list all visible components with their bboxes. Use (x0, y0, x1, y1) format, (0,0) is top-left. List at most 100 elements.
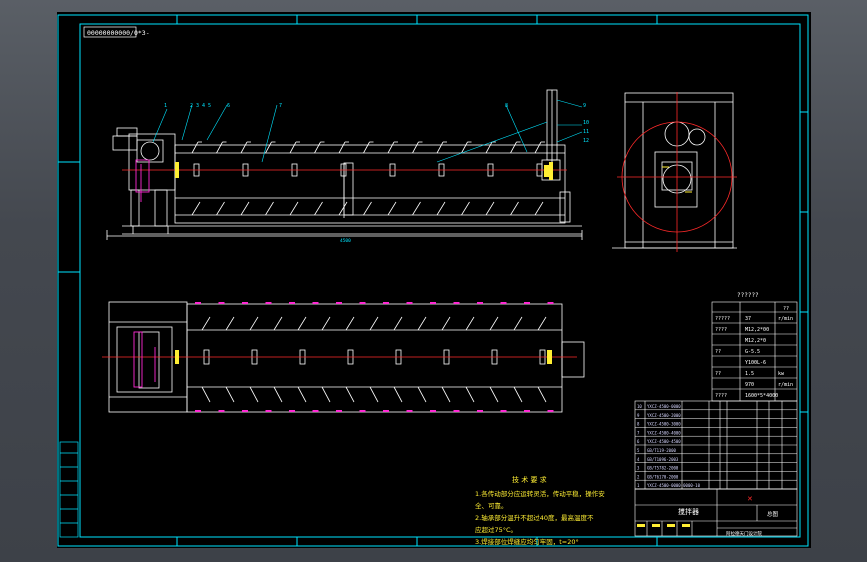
plan-paddle-top (417, 316, 427, 331)
edge-dash-top (336, 302, 342, 304)
svg-text:10: 10 (583, 120, 589, 126)
edge-dash-bottom (265, 410, 272, 412)
paddle-arm (191, 141, 199, 154)
paddle-arm (338, 141, 346, 154)
plan-paddle-top (321, 316, 331, 331)
spec-unit: r/min (778, 316, 793, 322)
spec-value: 1.5 (745, 371, 754, 377)
sheet-border (57, 14, 809, 547)
paddle-arm-low (363, 201, 372, 216)
zone-markers (58, 15, 808, 546)
bom-code: YXCZ-4500-0000 (647, 404, 681, 409)
plan-paddle-top (249, 316, 259, 331)
plan-paddle-top (201, 316, 211, 331)
bom-index: 1 (637, 483, 640, 488)
plan-paddle-bottom (417, 386, 427, 403)
bom-code: GB/T1096-2003 (647, 457, 679, 462)
edge-dash-top (453, 302, 460, 304)
edge-dash-top (547, 302, 554, 304)
paddle-arm-low (191, 201, 201, 216)
paddle-arm (436, 141, 444, 154)
plan-paddle-bottom (273, 386, 283, 403)
title-yellow-marks (637, 524, 690, 527)
edge-dash-top (359, 302, 366, 304)
edge-dash-bottom (359, 410, 366, 412)
paddle-arm (265, 141, 272, 154)
edge-dash-top (242, 302, 248, 304)
plan-paddle-bottom (537, 386, 547, 403)
spec-label: ???? (715, 393, 727, 399)
edge-dash-bottom (336, 410, 342, 412)
bom-index: 5 (637, 448, 640, 453)
plan-paddle-top (465, 316, 475, 331)
bom-code: YXCZ-4500-0000-0000-10 (647, 483, 701, 488)
bom-rows: 10 YXCZ-4500-0000 9 YXCZ-4500-2000 8 YXCZ-450… (637, 404, 701, 488)
svg-text:12: 12 (583, 138, 589, 144)
edge-dash-bottom (383, 410, 389, 412)
plan-paddle-top (513, 316, 523, 331)
spec-label: ???? (715, 327, 727, 333)
edge-dash-bottom (500, 410, 507, 412)
tech-requirements: 技 术 要 求 1.各传动部分应运转灵活，传动平稳，操作安 全、可靠。 2.轴承… (475, 475, 605, 546)
plan-paddle-bottom (345, 386, 355, 403)
plan-paddle-top (537, 316, 547, 331)
edge-dash-bottom (547, 410, 554, 412)
edge-dash-bottom (406, 410, 413, 412)
svg-text:1: 1 (164, 103, 167, 109)
edge-dash-bottom (242, 410, 248, 412)
paddle-arm (510, 141, 517, 154)
cad-viewport[interactable]: 00000000000/0*3- 1 2 3 4 5 6 7 8 9 10 11… (0, 0, 867, 562)
bom-index: 3 (637, 466, 640, 471)
edge-dash-top (312, 302, 319, 304)
rotor-circle (617, 92, 737, 252)
spec-label: ?? (715, 349, 721, 355)
plan-paddle-bottom (201, 386, 211, 403)
bom-code: YXCZ-4500-3000 (647, 422, 681, 427)
balloon-labels: 1 2 3 4 5 6 7 8 9 10 11 12 (164, 103, 589, 144)
material-cell: 总图 (767, 510, 779, 518)
paddle-arm (387, 141, 395, 154)
spec-label: ?? (715, 371, 721, 377)
paddle-arm-low (387, 201, 397, 216)
spec-value: 970 (745, 382, 754, 388)
paddle-arm (216, 141, 223, 154)
spec-unit: r/min (778, 382, 793, 388)
paddle-arm-low (485, 201, 495, 216)
revision-column (59, 441, 79, 538)
paddle-arm-low (510, 201, 519, 216)
edge-dash-top (383, 302, 389, 304)
edge-dash-top (406, 302, 413, 304)
plan-paddle-bottom (297, 386, 307, 403)
plan-paddle-bottom (489, 386, 499, 403)
plan-paddle-bottom (369, 386, 379, 403)
tech-line-5: 3.焊接部位焊缝应均匀牢固，t=20° (475, 537, 579, 546)
spec-label: ????? (715, 316, 730, 322)
edge-dash-bottom (524, 410, 530, 412)
plan-paddle-top (441, 316, 451, 331)
spec-value: M12,2*0 (745, 338, 766, 344)
paddle-arm-low (461, 201, 470, 216)
flange-marks (175, 162, 553, 180)
tech-line-2: 全、可靠。 (475, 501, 508, 510)
edge-dash-bottom (289, 410, 295, 412)
plan-highlight (133, 331, 156, 388)
edge-dash-top (524, 302, 530, 304)
bom-index: 9 (637, 413, 640, 418)
bom-index: 4 (637, 457, 640, 462)
svg-text:8: 8 (505, 103, 508, 109)
bom-index: 7 (637, 430, 640, 435)
spec-value: M12,2*00 (745, 327, 769, 333)
paddle-arm (314, 141, 321, 154)
spec-value: 37 (745, 316, 751, 322)
scale-mark: ✕ (747, 495, 753, 503)
overall-length-dim: 4500 (340, 238, 351, 244)
plan-paddle-top (297, 316, 307, 331)
spec-right-header: ?? (783, 306, 789, 312)
spec-value: 1600*5*4000 (745, 393, 778, 399)
spec-value: Y100L-6 (745, 360, 766, 366)
bom-code: YXCZ-4500-2000 (647, 413, 681, 418)
edge-dash-top (430, 302, 436, 304)
drawing-name: 搅拌器 (678, 507, 699, 516)
edge-dash-top (195, 302, 201, 304)
edge-dash-top (218, 302, 225, 304)
